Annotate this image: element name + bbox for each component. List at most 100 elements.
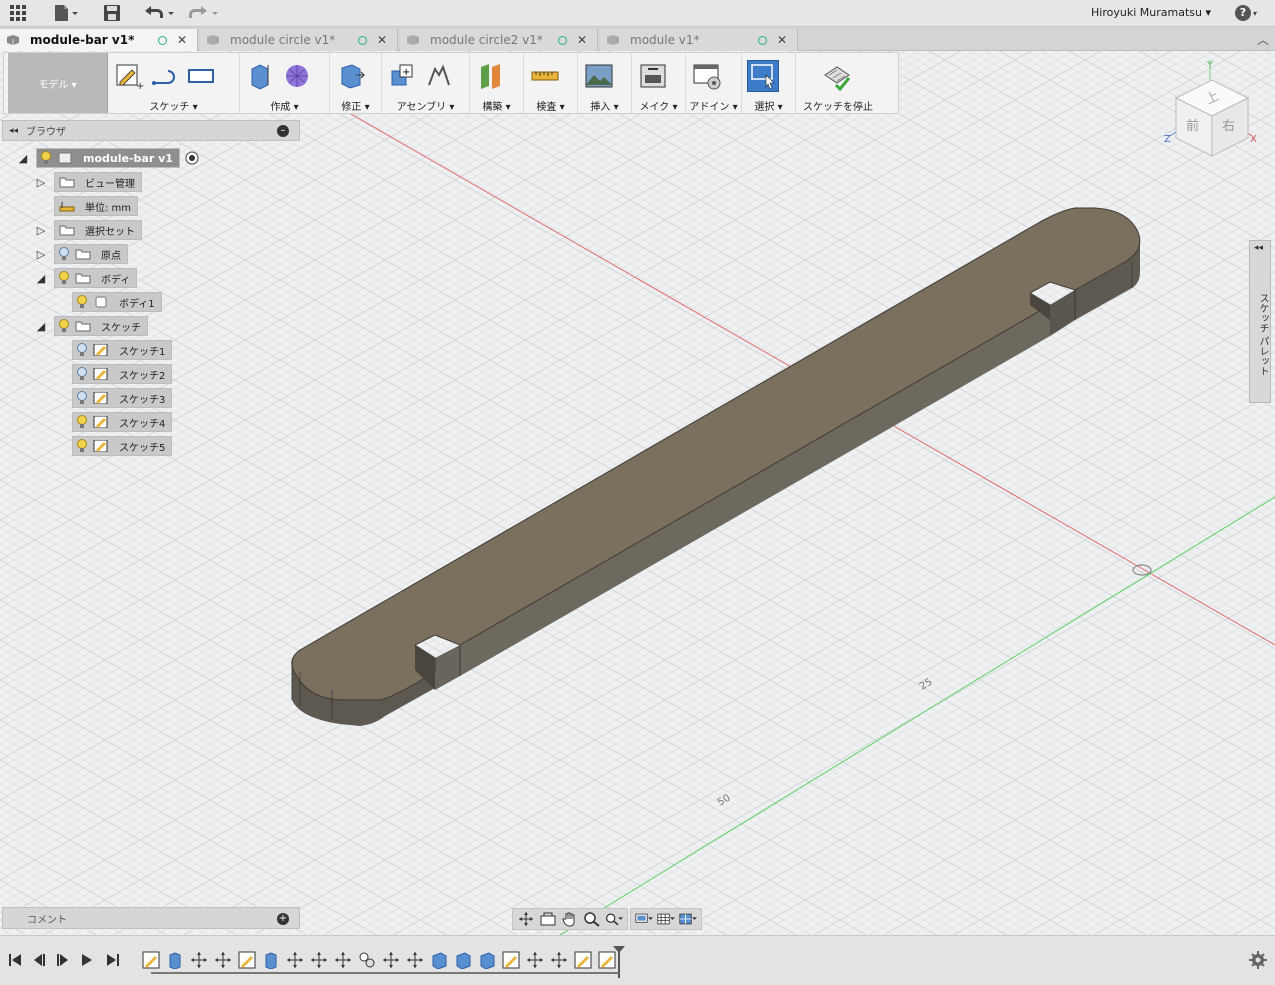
timeline-move-icon[interactable] [406, 951, 424, 969]
timeline-sketch-icon[interactable] [238, 951, 256, 969]
grid-settings-icon[interactable] [657, 911, 675, 927]
canvas-viewport[interactable]: 25 50 [0, 51, 1275, 935]
tree-root-node[interactable]: ◢ module-bar v1 [16, 148, 200, 168]
tree-node-sketch1[interactable]: スケッチ1 [72, 340, 173, 360]
expanded-triangle-icon[interactable]: ◢ [16, 152, 30, 165]
addins-group[interactable]: アドイン ▾ [686, 53, 742, 113]
timeline-extrude-icon[interactable] [166, 951, 184, 969]
collapsed-triangle-icon[interactable]: ▷ [34, 176, 48, 189]
visibility-bulb-icon[interactable] [41, 151, 51, 165]
timeline-sketch-icon[interactable] [502, 951, 520, 969]
close-icon[interactable]: ✕ [577, 33, 591, 47]
timeline-move-icon[interactable] [382, 951, 400, 969]
expanded-triangle-icon[interactable]: ◢ [34, 320, 48, 333]
timeline-move-icon[interactable] [190, 951, 208, 969]
minus-icon[interactable]: – [277, 125, 289, 137]
tab-module-circle[interactable]: module circle v1* ✕ [200, 29, 398, 51]
collapse-chevron-icon[interactable]: ︿ [1257, 31, 1269, 48]
visibility-bulb-off-icon[interactable] [77, 367, 87, 381]
inspect-group[interactable]: 検査 ▾ [524, 53, 578, 113]
file-menu-icon[interactable] [52, 3, 80, 23]
timeline-move-icon[interactable] [286, 951, 304, 969]
visibility-bulb-icon[interactable] [77, 415, 87, 429]
timeline-press-pull-icon[interactable] [478, 951, 496, 969]
tab-module[interactable]: module v1* ✕ [600, 29, 798, 51]
collapsed-triangle-icon[interactable]: ▷ [34, 248, 48, 261]
viewports-icon[interactable] [679, 911, 697, 927]
select-group[interactable]: 選択 ▾ [742, 53, 796, 113]
tree-node-origin[interactable]: ▷ 原点 [34, 244, 128, 264]
visibility-bulb-off-icon[interactable] [77, 343, 87, 357]
extrude-icon[interactable] [246, 61, 276, 91]
tab-module-bar[interactable]: module-bar v1* ✕ [0, 29, 198, 51]
redo-icon[interactable] [186, 3, 220, 23]
orbit-icon[interactable] [517, 911, 535, 927]
collapse-panel-icon[interactable]: ◂◂ [9, 126, 18, 136]
offset-plane-icon[interactable] [476, 61, 506, 91]
comments-panel[interactable]: コメント + [2, 907, 300, 929]
timeline-sketch-icon[interactable] [142, 951, 160, 969]
expand-panel-icon[interactable]: ◂◂ [1254, 243, 1263, 253]
tree-node-body1[interactable]: ボディ1 [72, 292, 162, 312]
go-to-start-icon[interactable] [6, 951, 24, 969]
tree-node-sketches[interactable]: ◢ スケッチ [34, 316, 148, 336]
timeline-sketch-icon[interactable] [574, 951, 592, 969]
close-icon[interactable]: ✕ [777, 33, 791, 47]
sketch-palette-tab[interactable]: ◂◂ スケッチ パレット [1249, 240, 1271, 403]
timeline-move-icon[interactable] [310, 951, 328, 969]
insert-image-icon[interactable] [584, 61, 614, 91]
close-icon[interactable]: ✕ [377, 33, 391, 47]
display-settings-icon[interactable] [635, 911, 653, 927]
modify-group[interactable]: 修正 ▾ [330, 53, 382, 113]
tree-node-bodies[interactable]: ◢ ボディ [34, 268, 138, 288]
help-button[interactable]: ? ▾ [1235, 4, 1261, 22]
zoom-icon[interactable] [583, 911, 601, 927]
timeline-press-pull-icon[interactable] [430, 951, 448, 969]
visibility-bulb-off-icon[interactable] [77, 391, 87, 405]
stop-sketch-group[interactable]: スケッチを停止 [796, 53, 880, 113]
go-to-end-icon[interactable] [104, 951, 122, 969]
visibility-bulb-icon[interactable] [77, 439, 87, 453]
timeline-press-pull-icon[interactable] [454, 951, 472, 969]
timeline-move-icon[interactable] [550, 951, 568, 969]
browser-panel-header[interactable]: ◂◂ ブラウザ – [2, 120, 300, 141]
3d-print-icon[interactable] [638, 61, 668, 91]
create-sketch-icon[interactable]: + [114, 61, 144, 91]
stop-sketch-icon[interactable] [822, 61, 852, 91]
visibility-bulb-icon[interactable] [77, 295, 87, 309]
timeline-move-icon[interactable] [526, 951, 544, 969]
visibility-bulb-icon[interactable] [59, 319, 69, 333]
form-icon[interactable] [282, 61, 312, 91]
save-icon[interactable] [102, 3, 122, 23]
user-menu[interactable]: Hiroyuki Muramatsu ▾ [1091, 6, 1211, 19]
insert-group[interactable]: 挿入 ▾ [578, 53, 632, 113]
close-icon[interactable]: ✕ [177, 33, 191, 47]
timeline-extrude-icon[interactable] [262, 951, 280, 969]
arc-icon[interactable] [150, 61, 180, 91]
step-back-icon[interactable] [30, 951, 48, 969]
activate-radio-icon[interactable] [184, 150, 200, 166]
scripts-icon[interactable] [692, 61, 722, 91]
construct-group[interactable]: 構築 ▾ [470, 53, 524, 113]
look-at-icon[interactable] [539, 911, 557, 927]
play-icon[interactable] [54, 951, 72, 969]
tree-node-units[interactable]: 単位: mm [54, 196, 139, 216]
timeline-move-icon[interactable] [214, 951, 232, 969]
step-forward-icon[interactable] [78, 951, 96, 969]
rectangle-icon[interactable] [186, 61, 216, 91]
press-pull-icon[interactable] [336, 61, 366, 91]
tab-module-circle2[interactable]: module circle2 v1* ✕ [400, 29, 598, 51]
model-canvas[interactable]: 25 50 [0, 51, 1275, 935]
viewcube-right-label[interactable]: 右 [1222, 119, 1235, 134]
timeline-settings-gear-icon[interactable] [1249, 951, 1267, 969]
measure-icon[interactable] [530, 61, 560, 91]
tree-node-sketch3[interactable]: スケッチ3 [72, 388, 173, 408]
undo-icon[interactable] [142, 3, 176, 23]
tree-node-sketch4[interactable]: スケッチ4 [72, 412, 173, 432]
select-icon[interactable] [747, 60, 779, 92]
sketch-group[interactable]: + スケッチ ▾ [108, 53, 240, 113]
assemble-group[interactable]: + アセンブリ ▾ [382, 53, 470, 113]
tree-node-selection-sets[interactable]: ▷ 選択セット [34, 220, 142, 240]
viewcube[interactable]: 上 前 右 Y Z X [1160, 58, 1260, 168]
new-component-icon[interactable]: + [388, 61, 418, 91]
